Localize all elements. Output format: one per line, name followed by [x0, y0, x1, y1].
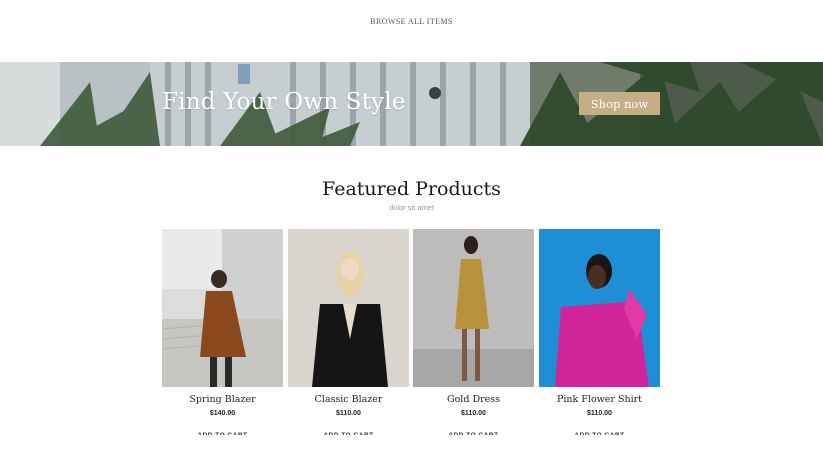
add-to-cart-link[interactable]: ADD TO CART [162, 430, 283, 435]
browse-all-items-link[interactable]: BROWSE ALL ITEMS [0, 17, 823, 26]
featured-products-title: Featured Products [322, 178, 501, 200]
product-card[interactable]: Pink Flower Shirt $110.00 ADD TO CART [539, 229, 660, 435]
product-name[interactable]: Classic Blazer [288, 394, 409, 405]
product-name[interactable]: Pink Flower Shirt [539, 394, 660, 405]
product-image[interactable] [162, 229, 283, 387]
product-price: $110.00 [336, 410, 361, 417]
hero-banner: Find Your Own Style Shop now [0, 62, 823, 146]
add-to-cart-link[interactable]: ADD TO CART [413, 430, 534, 435]
hero-background-image [0, 62, 823, 146]
product-card[interactable]: Spring Blazer $140.00 ADD TO CART [162, 229, 283, 435]
product-image[interactable] [539, 229, 660, 387]
product-grid: Spring Blazer $140.00 ADD TO CART Classi… [162, 229, 661, 467]
product-price: $110.00 [461, 410, 486, 417]
product-price: $110.00 [587, 410, 612, 417]
product-name[interactable]: Spring Blazer [162, 394, 283, 405]
product-image[interactable] [413, 229, 534, 387]
add-to-cart-link[interactable]: ADD TO CART [288, 430, 409, 435]
shop-now-button[interactable]: Shop now [579, 92, 660, 115]
hero-title: Find Your Own Style [162, 89, 406, 115]
product-price: $140.00 [209, 410, 236, 417]
featured-products-subtitle: dolor sit amet [388, 203, 435, 212]
product-name[interactable]: Gold Dress [413, 394, 534, 405]
add-to-cart-link[interactable]: ADD TO CART [539, 430, 660, 435]
product-image[interactable] [288, 229, 409, 387]
product-card[interactable]: Gold Dress $110.00 ADD TO CART [413, 229, 534, 435]
product-card[interactable]: Classic Blazer $110.00 ADD TO CART [288, 229, 409, 435]
